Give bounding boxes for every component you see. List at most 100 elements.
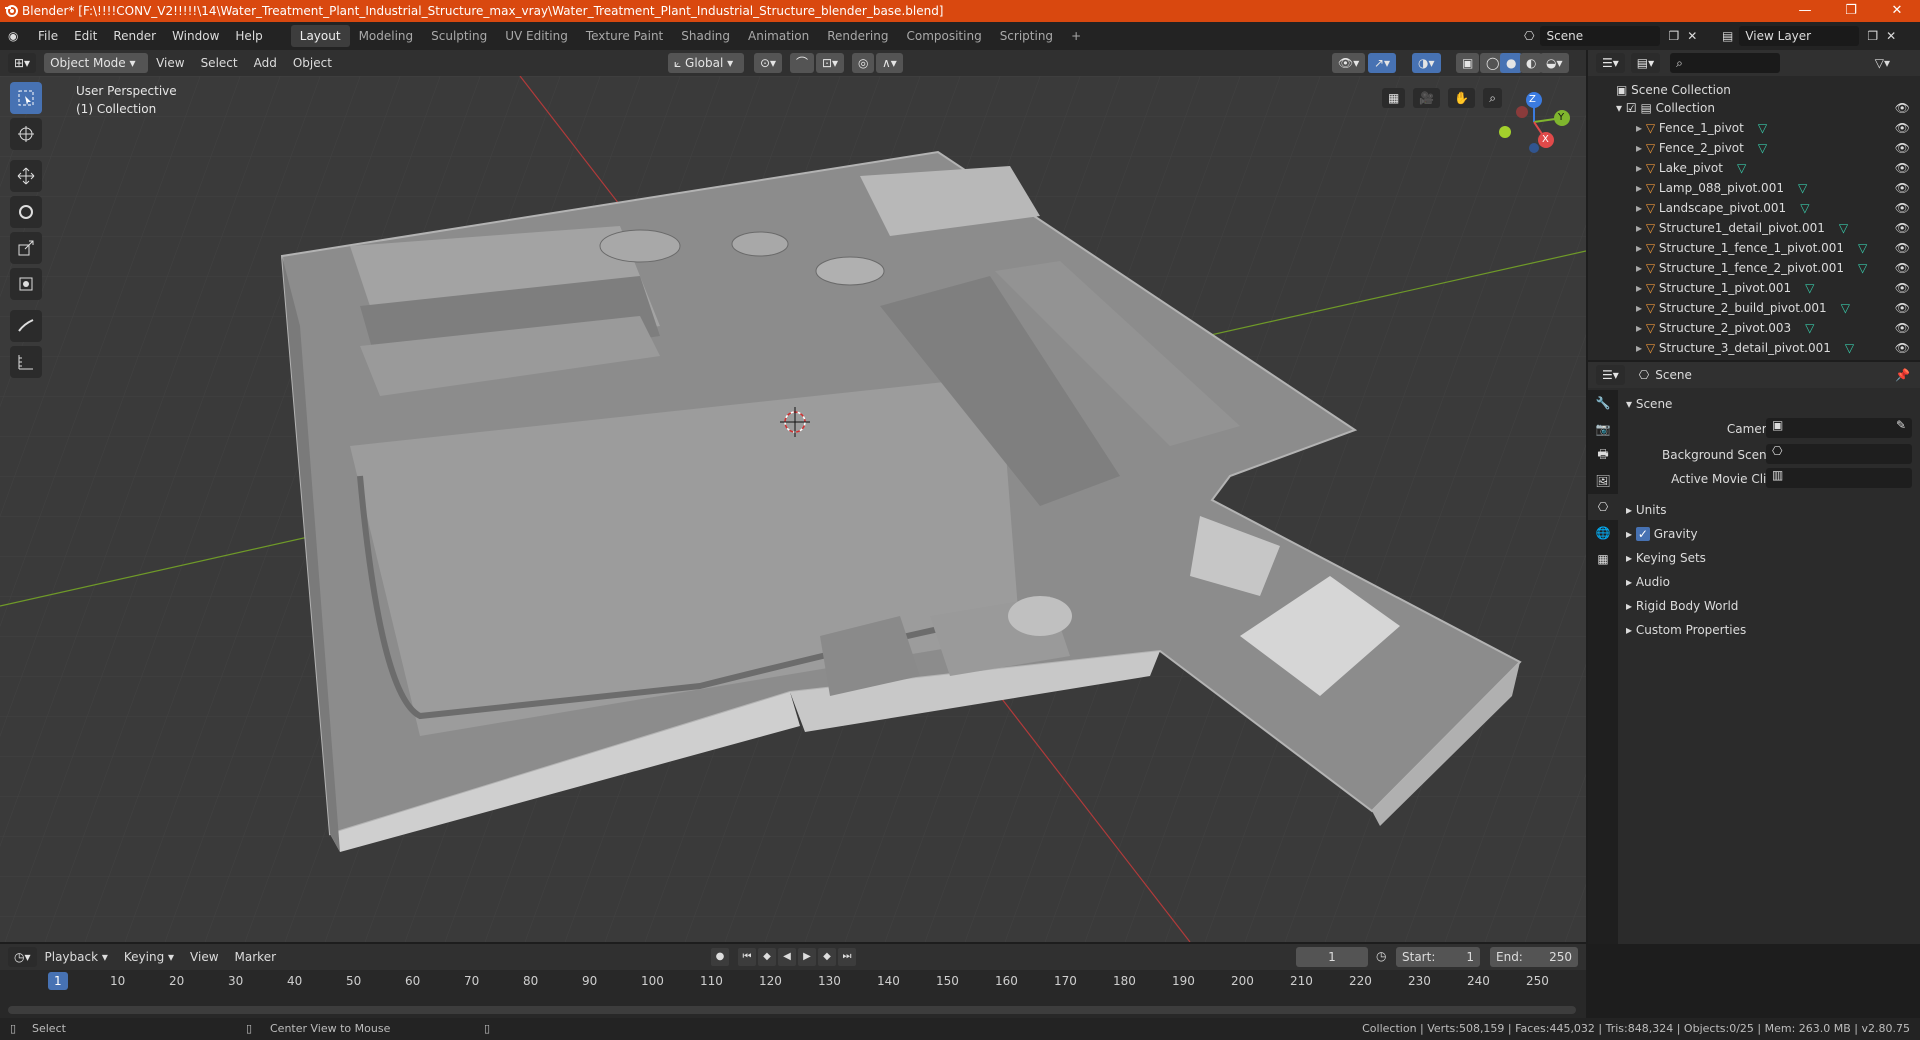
menu-file[interactable]: File	[30, 22, 66, 50]
keying-sets-panel[interactable]: ▸ Keying Sets	[1626, 546, 1706, 570]
menu-render[interactable]: Render	[105, 22, 164, 50]
menu-window[interactable]: Window	[164, 22, 227, 50]
outliner-row-collection[interactable]: ▾ ☑ ▤ Collection 👁	[1588, 98, 1920, 118]
overlays-icon[interactable]: ◑▾	[1412, 53, 1441, 73]
outliner-item[interactable]: ▸ ▽ Structure_2_build_pivot.001 ▽ 👁	[1588, 298, 1920, 318]
select-box-tool[interactable]	[10, 82, 42, 114]
mesh-data-icon[interactable]: ▽	[1858, 261, 1867, 275]
world-props-tab[interactable]: 🌐	[1588, 520, 1618, 546]
timeline-editor-type-icon[interactable]: ◷▾	[8, 947, 37, 967]
zoom-icon[interactable]: ⌕	[1483, 88, 1502, 108]
units-panel[interactable]: ▸ Units	[1626, 498, 1667, 522]
eye-icon[interactable]: 👁	[1895, 98, 1910, 118]
expand-arrow-icon[interactable]: ▸	[1636, 121, 1646, 135]
transform-tool[interactable]	[10, 268, 42, 300]
tab-modeling[interactable]: Modeling	[350, 25, 423, 47]
measure-tool[interactable]	[10, 346, 42, 378]
eye-icon[interactable]: 👁	[1895, 258, 1910, 278]
view-layer-field[interactable]: View Layer	[1739, 26, 1860, 46]
tab-scripting[interactable]: Scripting	[991, 25, 1062, 47]
eye-icon[interactable]: 👁	[1895, 138, 1910, 158]
xray-icon[interactable]: ▣	[1456, 53, 1480, 73]
expand-arrow-icon[interactable]: ▸	[1636, 321, 1646, 335]
eye-icon[interactable]: 👁	[1895, 158, 1910, 178]
visibility-icon[interactable]: 👁▾	[1332, 53, 1366, 73]
snap-icon[interactable]: ⌒	[790, 53, 815, 73]
timeline-menu-playback[interactable]: Playback ▾	[37, 943, 116, 971]
rotate-tool[interactable]	[10, 196, 42, 228]
viewport-menu-select[interactable]: Select	[193, 49, 246, 77]
outliner-item[interactable]: ▸ ▽ Landscape_pivot.001 ▽ 👁	[1588, 198, 1920, 218]
tab-animation[interactable]: Animation	[739, 25, 818, 47]
cursor-tool[interactable]	[10, 118, 42, 150]
tab-uv-editing[interactable]: UV Editing	[496, 25, 577, 47]
scene-section-header[interactable]: ▾ Scene	[1626, 392, 1672, 416]
camera-field[interactable]: ▣ ✎	[1766, 418, 1912, 438]
play-icon[interactable]: ▶	[798, 948, 816, 966]
jump-end-icon[interactable]: ⏭	[838, 948, 856, 966]
eye-icon[interactable]: 👁	[1895, 198, 1910, 218]
new-view-layer-icon[interactable]: ❐	[1867, 29, 1878, 43]
outliner-item[interactable]: ▸ ▽ Fence_2_pivot ▽ 👁	[1588, 138, 1920, 158]
expand-arrow-icon[interactable]: ▸	[1636, 341, 1646, 355]
mesh-data-icon[interactable]: ▽	[1858, 241, 1867, 255]
expand-arrow-icon[interactable]: ▸	[1636, 261, 1646, 275]
pan-hand-icon[interactable]: ✋	[1448, 88, 1476, 108]
eye-icon[interactable]: 👁	[1895, 118, 1910, 138]
mode-dropdown[interactable]: Object Mode ▾	[44, 53, 149, 73]
viewport-menu-object[interactable]: Object	[285, 49, 340, 77]
mesh-data-icon[interactable]: ▽	[1839, 221, 1848, 235]
eye-icon[interactable]: 👁	[1895, 338, 1910, 358]
custom-properties-panel[interactable]: ▸ Custom Properties	[1626, 618, 1746, 642]
view-layer-browse-icon[interactable]: ▤	[1722, 29, 1733, 43]
filter-icon[interactable]: ▽▾	[1875, 56, 1890, 70]
current-frame-field[interactable]: 1	[1296, 947, 1368, 967]
expand-arrow-icon[interactable]: ▸	[1636, 201, 1646, 215]
eye-icon[interactable]: 👁	[1895, 178, 1910, 198]
mesh-data-icon[interactable]: ▽	[1841, 301, 1850, 315]
3d-viewport[interactable]: User Perspective (1) Collection Z Y X ▦ …	[0, 76, 1586, 942]
mesh-data-icon[interactable]: ▽	[1845, 341, 1854, 355]
mesh-data-icon[interactable]: ▽	[1798, 181, 1807, 195]
prev-keyframe-icon[interactable]: ◆	[758, 948, 776, 966]
viewport-menu-add[interactable]: Add	[246, 49, 285, 77]
output-props-tab[interactable]: 🖶	[1588, 442, 1618, 468]
outliner-item[interactable]: ▸ ▽ Structure_1_pivot.001 ▽ 👁	[1588, 278, 1920, 298]
mesh-data-icon[interactable]: ▽	[1805, 321, 1814, 335]
outliner-item[interactable]: ▸ ▽ Lamp_088_pivot.001 ▽ 👁	[1588, 178, 1920, 198]
mesh-data-icon[interactable]: ▽	[1758, 141, 1767, 155]
properties-editor-type-icon[interactable]: ☰▾	[1596, 365, 1625, 385]
timeline-menu-view[interactable]: View	[182, 943, 226, 971]
active-movie-clip-field[interactable]: ▥	[1766, 468, 1912, 488]
tab-layout[interactable]: Layout	[290, 25, 350, 47]
play-reverse-icon[interactable]: ◀	[778, 948, 796, 966]
eye-icon[interactable]: 👁	[1895, 298, 1910, 318]
start-frame-field[interactable]: Start: 1	[1396, 947, 1480, 967]
timeline-area[interactable]: 1 10 20 30 40 50 60 70 80 90 100 110 120 130 140 150 160…	[0, 970, 1586, 1022]
minimize-icon[interactable]: —	[1782, 0, 1828, 22]
viewport-menu-view[interactable]: View	[148, 49, 192, 77]
move-tool[interactable]	[10, 160, 42, 192]
delete-view-layer-icon[interactable]: ✕	[1886, 29, 1896, 43]
annotate-tool[interactable]	[10, 310, 42, 342]
outliner-item[interactable]: ▸ ▽ Fence_1_pivot ▽ 👁	[1588, 118, 1920, 138]
gravity-checkbox[interactable]: ✓	[1635, 527, 1650, 541]
outliner-search-input[interactable]: ⌕	[1670, 53, 1781, 73]
viewport-canvas[interactable]	[0, 76, 1586, 942]
scene-browse-icon[interactable]: ⎔	[1524, 29, 1534, 43]
collapse-arrow-icon[interactable]: ▾	[1616, 101, 1626, 115]
outliner-item[interactable]: ▸ ▽ Structure_3_detail_pivot.001 ▽ 👁	[1588, 338, 1920, 358]
add-workspace-icon[interactable]: +	[1062, 25, 1090, 47]
eye-icon[interactable]: 👁	[1895, 238, 1910, 258]
menu-help[interactable]: Help	[227, 22, 270, 50]
collection-checkbox[interactable]: ☑	[1626, 101, 1637, 115]
outliner-row-scene-collection[interactable]: ▣ Scene Collection	[1588, 80, 1920, 100]
background-scene-field[interactable]: ⎔	[1766, 444, 1912, 464]
outliner-item[interactable]: ▸ ▽ Lake_pivot ▽ 👁	[1588, 158, 1920, 178]
tab-texture-paint[interactable]: Texture Paint	[577, 25, 672, 47]
new-scene-icon[interactable]: ❐	[1668, 29, 1679, 43]
tab-rendering[interactable]: Rendering	[818, 25, 897, 47]
eye-icon[interactable]: 👁	[1895, 218, 1910, 238]
mesh-data-icon[interactable]: ▽	[1758, 121, 1767, 135]
timeline-menu-keying[interactable]: Keying ▾	[116, 943, 182, 971]
